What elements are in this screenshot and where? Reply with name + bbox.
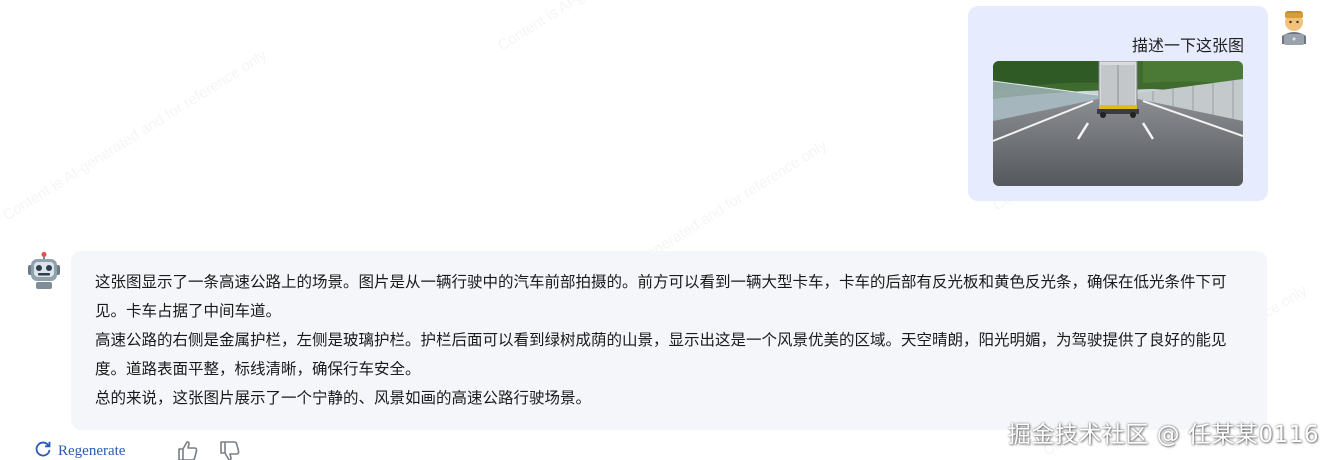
- watermark: Content is AI-generated and for referenc…: [0, 47, 270, 224]
- robot-icon: [26, 252, 62, 290]
- user-message-text: 描述一下这张图: [1131, 36, 1244, 55]
- bot-paragraph: 总的来说，这张图片展示了一个宁静的、风景如画的高速公路行驶场景。: [95, 389, 592, 407]
- regenerate-button[interactable]: Regenerate: [34, 440, 125, 460]
- bot-paragraph: 高速公路的右侧是金属护栏，左侧是玻璃护栏。护栏后面可以看到绿树成荫的山景，显示出…: [95, 331, 1227, 378]
- person-laptop-icon: [1277, 8, 1311, 46]
- user-message-bubble: 描述一下这张图: [968, 6, 1268, 201]
- watermark: Content is AI-generated and for referenc…: [495, 0, 765, 54]
- site-credit-watermark: 掘金技术社区 @ 任某某0116: [1007, 422, 1319, 448]
- bot-message-bubble: 这张图显示了一条高速公路上的场景。图片是从一辆行驶中的汽车前部拍摄的。前方可以看…: [71, 251, 1267, 430]
- uploaded-image[interactable]: [993, 61, 1243, 186]
- thumbs-down-icon[interactable]: [218, 439, 242, 460]
- bot-paragraph: 这张图显示了一条高速公路上的场景。图片是从一辆行驶中的汽车前部拍摄的。前方可以看…: [95, 273, 1227, 320]
- bot-message-text: 这张图显示了一条高速公路上的场景。图片是从一辆行驶中的汽车前部拍摄的。前方可以看…: [95, 268, 1243, 413]
- thumbs-up-icon[interactable]: [176, 439, 200, 460]
- refresh-icon: [34, 440, 52, 460]
- regenerate-label: Regenerate: [58, 443, 126, 459]
